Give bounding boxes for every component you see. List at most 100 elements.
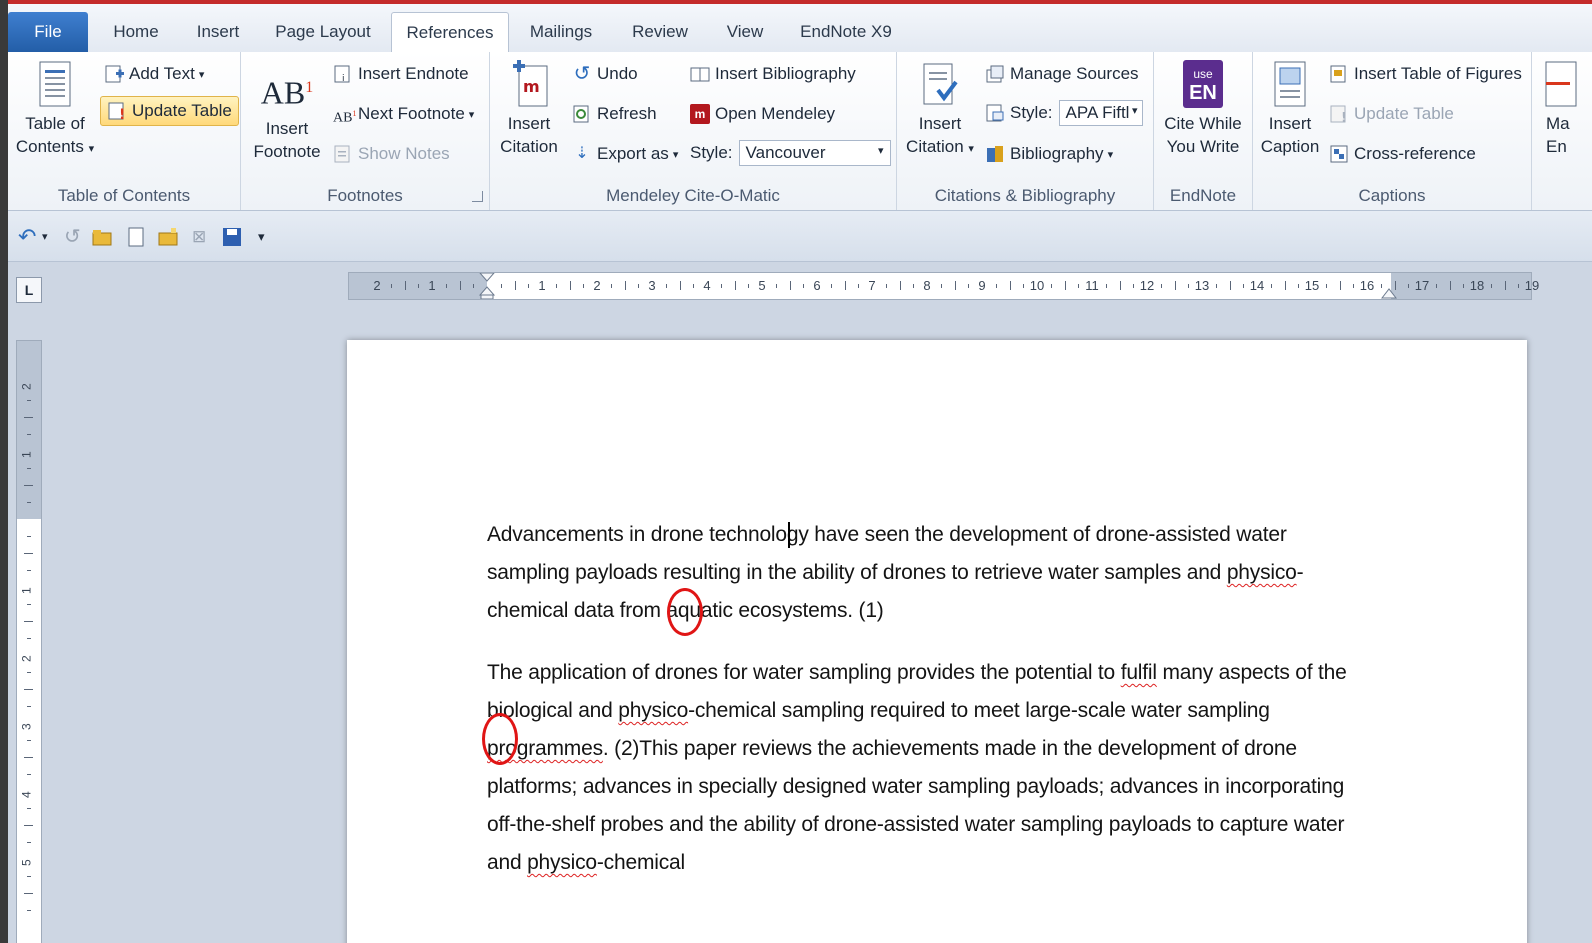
- tab-mailings[interactable]: Mailings: [518, 12, 604, 52]
- right-indent-marker-icon[interactable]: [1381, 283, 1397, 299]
- open-mendeley-label: Open Mendeley: [715, 104, 836, 123]
- group-label-citations-bibliography: Citations & Bibliography: [934, 186, 1116, 205]
- indent-marker-icon[interactable]: [479, 273, 495, 299]
- update-table-button[interactable]: ! Update Table: [100, 96, 239, 126]
- citation-style-dropdown[interactable]: APA Fiftl ▾: [1058, 100, 1143, 126]
- table-of-contents-button[interactable]: Table of Contents ▾: [14, 60, 96, 161]
- open-mendeley-button[interactable]: m Open Mendeley: [690, 104, 835, 124]
- tab-insert[interactable]: Insert: [180, 12, 256, 52]
- save-icon[interactable]: [222, 227, 242, 247]
- svg-text:i: i: [342, 74, 345, 84]
- p1-misspelled-word[interactable]: physico: [1227, 561, 1297, 584]
- ruler-tick-mark: [24, 893, 33, 894]
- ruler-tick-mark: [1188, 284, 1190, 288]
- svg-text:!: !: [119, 107, 125, 121]
- ruler-tick-label: 2: [19, 383, 34, 390]
- ribbon: Table of Contents ▾ Add Text ▾ ! Update …: [8, 52, 1592, 211]
- ruler-tick-mark: [390, 284, 392, 288]
- insert-endnote-button[interactable]: i Insert Endnote: [333, 64, 469, 84]
- bibliography-button[interactable]: Bibliography ▾: [985, 144, 1113, 164]
- ruler-tick-mark: [1133, 284, 1135, 288]
- ruler-tick-mark: [24, 825, 33, 826]
- ruler-tick-label: 5: [19, 859, 34, 866]
- tab-endnote[interactable]: EndNote X9: [792, 12, 900, 52]
- new-folder-icon[interactable]: [158, 227, 178, 247]
- mendeley-insert-bibliography-button[interactable]: Insert Bibliography: [690, 64, 856, 84]
- ruler-tick-label: 2: [593, 278, 601, 293]
- ruler-tick-mark: [555, 284, 557, 288]
- tab-references[interactable]: References: [391, 12, 509, 54]
- insert-footnote-button[interactable]: AB1 Insert Footnote: [247, 68, 327, 163]
- ruler-tick-mark: [569, 281, 571, 290]
- insert-caption-label-2: Caption: [1260, 137, 1320, 156]
- footnotes-dialog-launcher-icon[interactable]: [472, 191, 483, 202]
- ruler-tick-mark: [27, 672, 31, 673]
- update-table-label: Update Table: [132, 101, 232, 120]
- ruler-tick-label: 1: [538, 278, 546, 293]
- document-page[interactable]: Advancements in drone technology have se…: [347, 340, 1527, 943]
- ruler-tick-label: 3: [648, 278, 656, 293]
- redo-icon[interactable]: ↺: [64, 227, 84, 247]
- open-folder-icon[interactable]: [92, 227, 112, 247]
- ruler-tick-mark: [844, 281, 846, 290]
- captions-update-table-button[interactable]: ! Update Table: [1329, 104, 1454, 124]
- ruler-tick-mark: [1023, 284, 1025, 288]
- ruler-tick-label: 18: [1469, 278, 1485, 293]
- show-notes-button[interactable]: Show Notes: [333, 144, 450, 164]
- quick-access-toolbar: ↶ ▾ ↺ ⊠ ▾: [8, 211, 1592, 262]
- p2-misspelled-word-4[interactable]: physico: [527, 851, 597, 874]
- tab-review[interactable]: Review: [620, 12, 700, 52]
- mendeley-undo-button[interactable]: ↺ Undo: [572, 64, 638, 84]
- manage-sources-icon: [986, 65, 1004, 83]
- insert-citation-button[interactable]: Insert Citation ▾: [901, 60, 979, 161]
- tab-home[interactable]: Home: [96, 12, 176, 52]
- citation-2[interactable]: (2): [614, 737, 639, 760]
- ruler-tick-mark: [459, 281, 461, 290]
- manage-sources-button[interactable]: Manage Sources: [985, 64, 1139, 84]
- mendeley-refresh-button[interactable]: Refresh: [572, 104, 657, 124]
- cross-reference-button[interactable]: Cross-reference: [1329, 144, 1476, 164]
- p2-text-c: -chemical sampling required to meet larg…: [688, 699, 1270, 722]
- insert-table-of-figures-button[interactable]: Insert Table of Figures: [1329, 64, 1522, 84]
- group-label-mendeley: Mendeley Cite-O-Matic: [606, 186, 780, 205]
- cite-while-you-write-button[interactable]: use EN Cite While You Write: [1158, 60, 1248, 158]
- ruler-tick-mark: [418, 284, 420, 288]
- tab-file[interactable]: File: [8, 12, 88, 52]
- mendeley-insert-citation-label-1: Insert: [507, 114, 551, 133]
- undo-dropdown-arrow-icon[interactable]: ▾: [42, 227, 62, 247]
- customize-toolbar-icon[interactable]: ▾: [258, 227, 278, 247]
- ruler-tick-label: 16: [1359, 278, 1375, 293]
- ruler-tick-mark: [27, 536, 31, 537]
- horizontal-ruler[interactable]: 2 1 1 2 3 4 5 6 7 8 9 10 11 12 13 14 15 16 17 18 19: [348, 272, 1539, 300]
- ruler-tick-mark: [473, 284, 475, 288]
- mark-entry-button[interactable]: Ma En: [1536, 60, 1577, 158]
- paragraph-1[interactable]: Advancements in drone technology have se…: [487, 516, 1367, 630]
- mendeley-style-dropdown[interactable]: Vancouver ▾: [738, 140, 891, 166]
- insert-caption-button[interactable]: Insert Caption: [1257, 60, 1323, 158]
- add-text-button[interactable]: Add Text ▾: [104, 64, 204, 84]
- tab-selector[interactable]: L: [16, 277, 42, 303]
- mendeley-export-as-button[interactable]: ⇣ Export as ▾: [572, 144, 678, 164]
- close-icon[interactable]: ⊠: [192, 227, 212, 247]
- word-window: File Home Insert Page Layout References …: [8, 0, 1592, 943]
- mendeley-logo-icon: m: [690, 104, 710, 124]
- undo-icon[interactable]: ↶: [18, 226, 38, 248]
- ruler-tick-mark: [940, 284, 942, 288]
- ruler-tick-mark: [1119, 281, 1121, 290]
- mendeley-insert-citation-button[interactable]: m Insert Citation: [496, 60, 562, 158]
- paragraph-2[interactable]: The application of drones for water samp…: [487, 654, 1367, 882]
- p2-misspelled-word-1[interactable]: fulfil: [1121, 661, 1157, 684]
- citation-1[interactable]: (1): [859, 599, 884, 622]
- group-label-endnote: EndNote: [1169, 186, 1237, 205]
- p2-misspelled-word-2[interactable]: physico: [618, 699, 688, 722]
- bibliography-icon: [987, 146, 1003, 162]
- dropdown-arrow-icon: ▾: [968, 143, 974, 155]
- dropdown-arrow-icon: ▾: [1107, 148, 1114, 161]
- vertical-ruler[interactable]: 2 1 1 2 3 4 5: [16, 340, 42, 943]
- tab-page-layout[interactable]: Page Layout: [268, 12, 378, 52]
- new-document-icon[interactable]: [126, 227, 146, 247]
- tab-view[interactable]: View: [712, 12, 778, 52]
- next-footnote-button[interactable]: AB1 Next Footnote ▾: [333, 104, 474, 126]
- style-icon: [986, 104, 1004, 122]
- ruler-tick-mark: [27, 638, 31, 639]
